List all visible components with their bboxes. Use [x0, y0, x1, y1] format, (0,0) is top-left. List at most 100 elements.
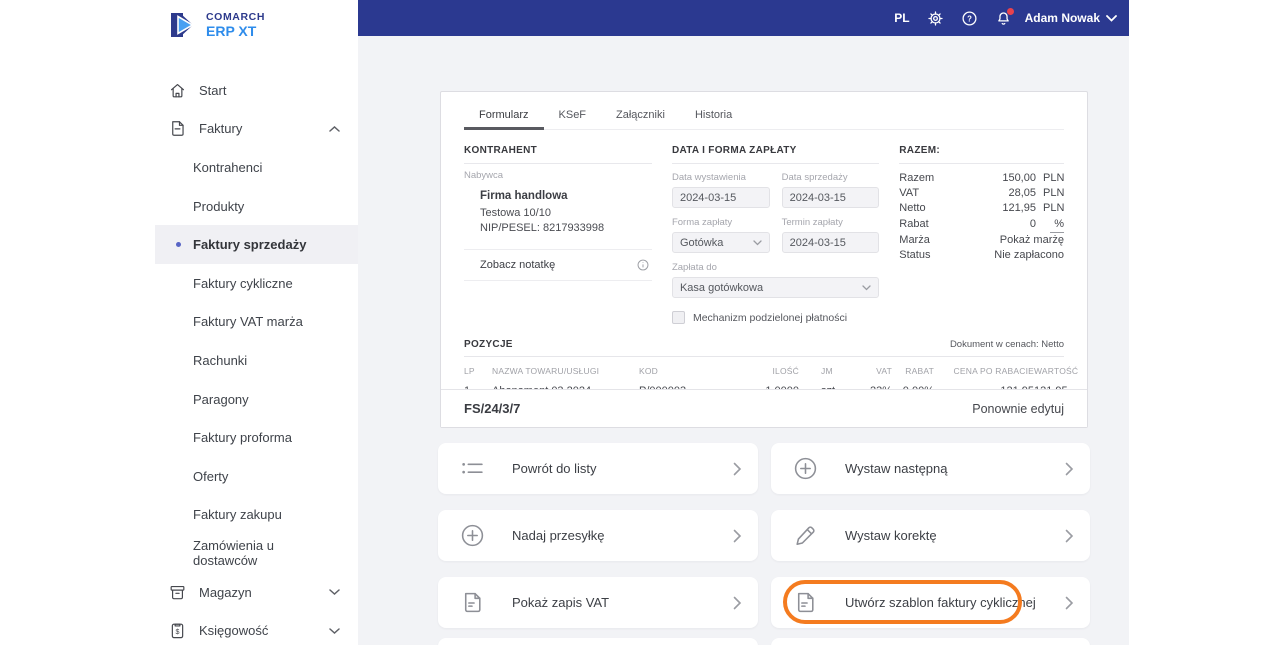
- topbar: PL ? Adam Nowak: [358, 0, 1129, 36]
- chevron-down-icon: [329, 627, 340, 634]
- sidebar-item-faktury[interactable]: Faktury: [155, 110, 358, 149]
- action-pokaz-zapis-vat[interactable]: Pokaż zapis VAT: [438, 577, 758, 628]
- col-lp: LP: [464, 366, 475, 376]
- tab-historia[interactable]: Historia: [680, 101, 747, 130]
- kontrahent-section: KONTRAHENT Nabywca Firma handlowa Testow…: [464, 145, 652, 324]
- split-payment-row: Mechanizm podzielonej płatności: [671, 311, 879, 324]
- sidebar-item-magazyn[interactable]: Magazyn: [155, 573, 358, 612]
- sale-date-input[interactable]: [781, 187, 880, 208]
- tab-zalaczniki[interactable]: Załączniki: [601, 101, 680, 130]
- sidebar-item-label: Magazyn: [199, 584, 252, 600]
- prices-note: Dokument w cenach: Netto: [949, 339, 1064, 350]
- action-utworz-szablon-faktury-cyklicznej[interactable]: Utwórz szablon faktury cyklicznej: [771, 577, 1090, 628]
- due-date-input[interactable]: [781, 232, 880, 253]
- tab-formularz[interactable]: Formularz: [464, 101, 544, 130]
- chevron-right-icon: [1065, 462, 1074, 476]
- action-label: Utwórz szablon faktury cyklicznej: [845, 595, 1036, 610]
- status-value: Nie zapłacono: [994, 249, 1064, 262]
- rabat-unit-toggle[interactable]: %: [1049, 217, 1064, 233]
- chevron-right-icon: [1065, 529, 1074, 543]
- chevron-right-icon: [733, 529, 742, 543]
- sidebar-item-label: Kontrahenci: [193, 159, 263, 175]
- info-icon: [636, 258, 650, 272]
- chevron-right-icon: [733, 462, 742, 476]
- sidebar-item-label: Start: [199, 82, 227, 98]
- split-payment-checkbox[interactable]: [671, 311, 685, 324]
- gear-icon[interactable]: [927, 10, 944, 27]
- logo-brand: COMARCH: [206, 10, 266, 23]
- sidebar-item-label: Faktury zakupu: [193, 507, 282, 523]
- col-nazwa: NAZWA TOWARU/USŁUGI: [492, 366, 600, 376]
- col-rabat: RABAT: [905, 366, 934, 376]
- chevron-down-icon[interactable]: [1106, 14, 1117, 22]
- sidebar-item-oferty[interactable]: Oferty: [155, 457, 358, 496]
- bell-icon[interactable]: [995, 7, 1014, 27]
- total-label: Marża: [899, 233, 930, 246]
- col-vat: VAT: [876, 366, 892, 376]
- total-unit: PLN: [1042, 172, 1065, 184]
- issue-date-input[interactable]: [671, 187, 770, 208]
- total-value: 150,00: [1002, 172, 1036, 184]
- sidebar-item-label: Paragony: [193, 391, 249, 407]
- help-icon[interactable]: ?: [961, 10, 978, 27]
- payment-form-field: Forma zapłaty Gotówka: [671, 217, 770, 253]
- chevron-down-icon: [862, 284, 871, 291]
- comarch-logo-icon: [168, 10, 198, 40]
- buyer-name: Firma handlowa: [480, 190, 568, 202]
- sidebar-item-faktury-sprzedazy[interactable]: Faktury sprzedaży: [155, 225, 358, 264]
- show-margin-link[interactable]: Pokaż marżę: [1000, 233, 1064, 248]
- total-label: VAT: [899, 187, 920, 200]
- sidebar-item-rachunki[interactable]: Rachunki: [155, 341, 358, 380]
- main-content: Formularz KSeF Załączniki Historia KONTR…: [358, 36, 1129, 645]
- sidebar-item-paragony[interactable]: Paragony: [155, 380, 358, 419]
- action-wystaw-korekte[interactable]: Wystaw korektę: [771, 510, 1090, 561]
- invoice-document-icon: [168, 119, 187, 138]
- sidebar-item-ksiegowosc[interactable]: $ Księgowość: [155, 611, 358, 645]
- sidebar: COMARCH ERP XT Start Faktury Kontrahenci…: [155, 0, 358, 645]
- total-label: Razem: [899, 172, 935, 184]
- language-selector[interactable]: PL: [894, 11, 909, 25]
- sidebar-item-faktury-zakupu[interactable]: Faktury zakupu: [155, 496, 358, 535]
- total-row-rabat: Rabat 0 %: [899, 217, 1064, 233]
- tab-ksef[interactable]: KSeF: [544, 101, 602, 130]
- sidebar-item-kontrahenci[interactable]: Kontrahenci: [155, 148, 358, 187]
- see-note-link[interactable]: Zobacz notatkę: [480, 259, 555, 271]
- action-wystaw-nastepna[interactable]: Wystaw następną: [771, 443, 1090, 494]
- sidebar-item-faktury-cykliczne[interactable]: Faktury cykliczne: [155, 264, 358, 303]
- actions-grid: Powrót do listy Wystaw następną Nadaj pr…: [438, 443, 1090, 645]
- active-item-dot: [176, 242, 181, 248]
- comarch-erp-xt-app: COMARCH ERP XT Start Faktury Kontrahenci…: [0, 0, 1284, 645]
- totals-section: RAZEM: Razem 150,00 PLN VAT 28,05 PLN Ne…: [899, 145, 1064, 324]
- action-nadaj-przesylke[interactable]: Nadaj przesyłkę: [438, 510, 758, 561]
- sidebar-item-start[interactable]: Start: [155, 71, 358, 110]
- payment-form-select[interactable]: Gotówka: [671, 232, 770, 253]
- total-label: Rabat: [899, 217, 929, 230]
- chevron-up-icon: [329, 125, 340, 132]
- invoice-card: Formularz KSeF Załączniki Historia KONTR…: [440, 91, 1088, 428]
- see-note-row[interactable]: Zobacz notatkę: [464, 249, 652, 281]
- sidebar-item-label: Rachunki: [193, 352, 248, 368]
- sidebar-item-faktury-vat-marza[interactable]: Faktury VAT marża: [155, 303, 358, 342]
- kontrahent-heading: KONTRAHENT: [464, 145, 652, 164]
- notification-dot: [1006, 7, 1014, 15]
- sidebar-item-zamowienia-u-dostawcow[interactable]: Zamówienia u dostawców: [155, 534, 358, 573]
- total-row-netto: Netto 121,95 PLN: [899, 201, 1064, 216]
- sidebar-item-label: Zamówienia u dostawców: [193, 538, 274, 569]
- payment-form-value: Gotówka: [679, 236, 724, 249]
- chevron-right-icon: [1065, 596, 1074, 610]
- plus-circle-icon: [793, 456, 818, 481]
- sidebar-item-label: Faktury VAT marża: [193, 314, 303, 330]
- edit-again-link[interactable]: Ponownie edytuj: [972, 402, 1064, 416]
- action-label: Wystaw korektę: [845, 528, 937, 543]
- buyer-address: Testowa 10/10: [480, 207, 551, 219]
- invoice-tabs: Formularz KSeF Załączniki Historia: [464, 92, 1064, 130]
- action-powrot-do-listy[interactable]: Powrót do listy: [438, 443, 758, 494]
- user-menu[interactable]: Adam Nowak: [1025, 11, 1100, 25]
- action-card-partial[interactable]: [438, 638, 758, 645]
- total-unit: PLN: [1042, 202, 1065, 215]
- sidebar-item-faktury-proforma[interactable]: Faktury proforma: [155, 418, 358, 457]
- action-card-partial[interactable]: [771, 638, 1090, 645]
- sidebar-item-produkty[interactable]: Produkty: [155, 187, 358, 226]
- issue-date-label: Data wystawienia: [671, 172, 746, 183]
- pay-to-select[interactable]: Kasa gotówkowa: [671, 277, 880, 298]
